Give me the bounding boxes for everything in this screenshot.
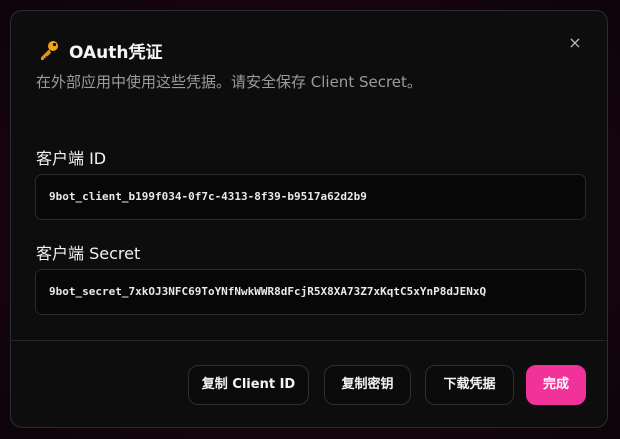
done-button[interactable]: 完成 — [526, 365, 586, 405]
footer-divider — [11, 340, 607, 341]
key-icon — [37, 39, 61, 63]
copy-secret-button[interactable]: 复制密钥 — [324, 365, 411, 405]
oauth-credentials-dialog: × OAuth凭证 在外部应用中使用这些凭据。请安全保存 Client Secr… — [10, 10, 608, 428]
close-icon: × — [568, 33, 582, 52]
copy-client-id-button[interactable]: 复制 Client ID — [188, 365, 309, 405]
dialog-title: OAuth凭证 — [69, 43, 163, 63]
client-id-label: 客户端 ID — [36, 149, 107, 168]
client-id-field[interactable]: 9bot_client_b199f034-0f7c-4313-8f39-b951… — [35, 174, 586, 220]
download-credentials-button[interactable]: 下载凭据 — [425, 365, 514, 405]
dialog-header: OAuth凭证 — [37, 38, 162, 63]
client-secret-label: 客户端 Secret — [36, 244, 141, 263]
close-button[interactable]: × — [565, 33, 585, 53]
dialog-subtitle: 在外部应用中使用这些凭据。请安全保存 Client Secret。 — [36, 73, 422, 91]
client-secret-field[interactable]: 9bot_secret_7xkOJ3NFC69ToYNfNwkWWR8dFcjR… — [35, 269, 586, 315]
